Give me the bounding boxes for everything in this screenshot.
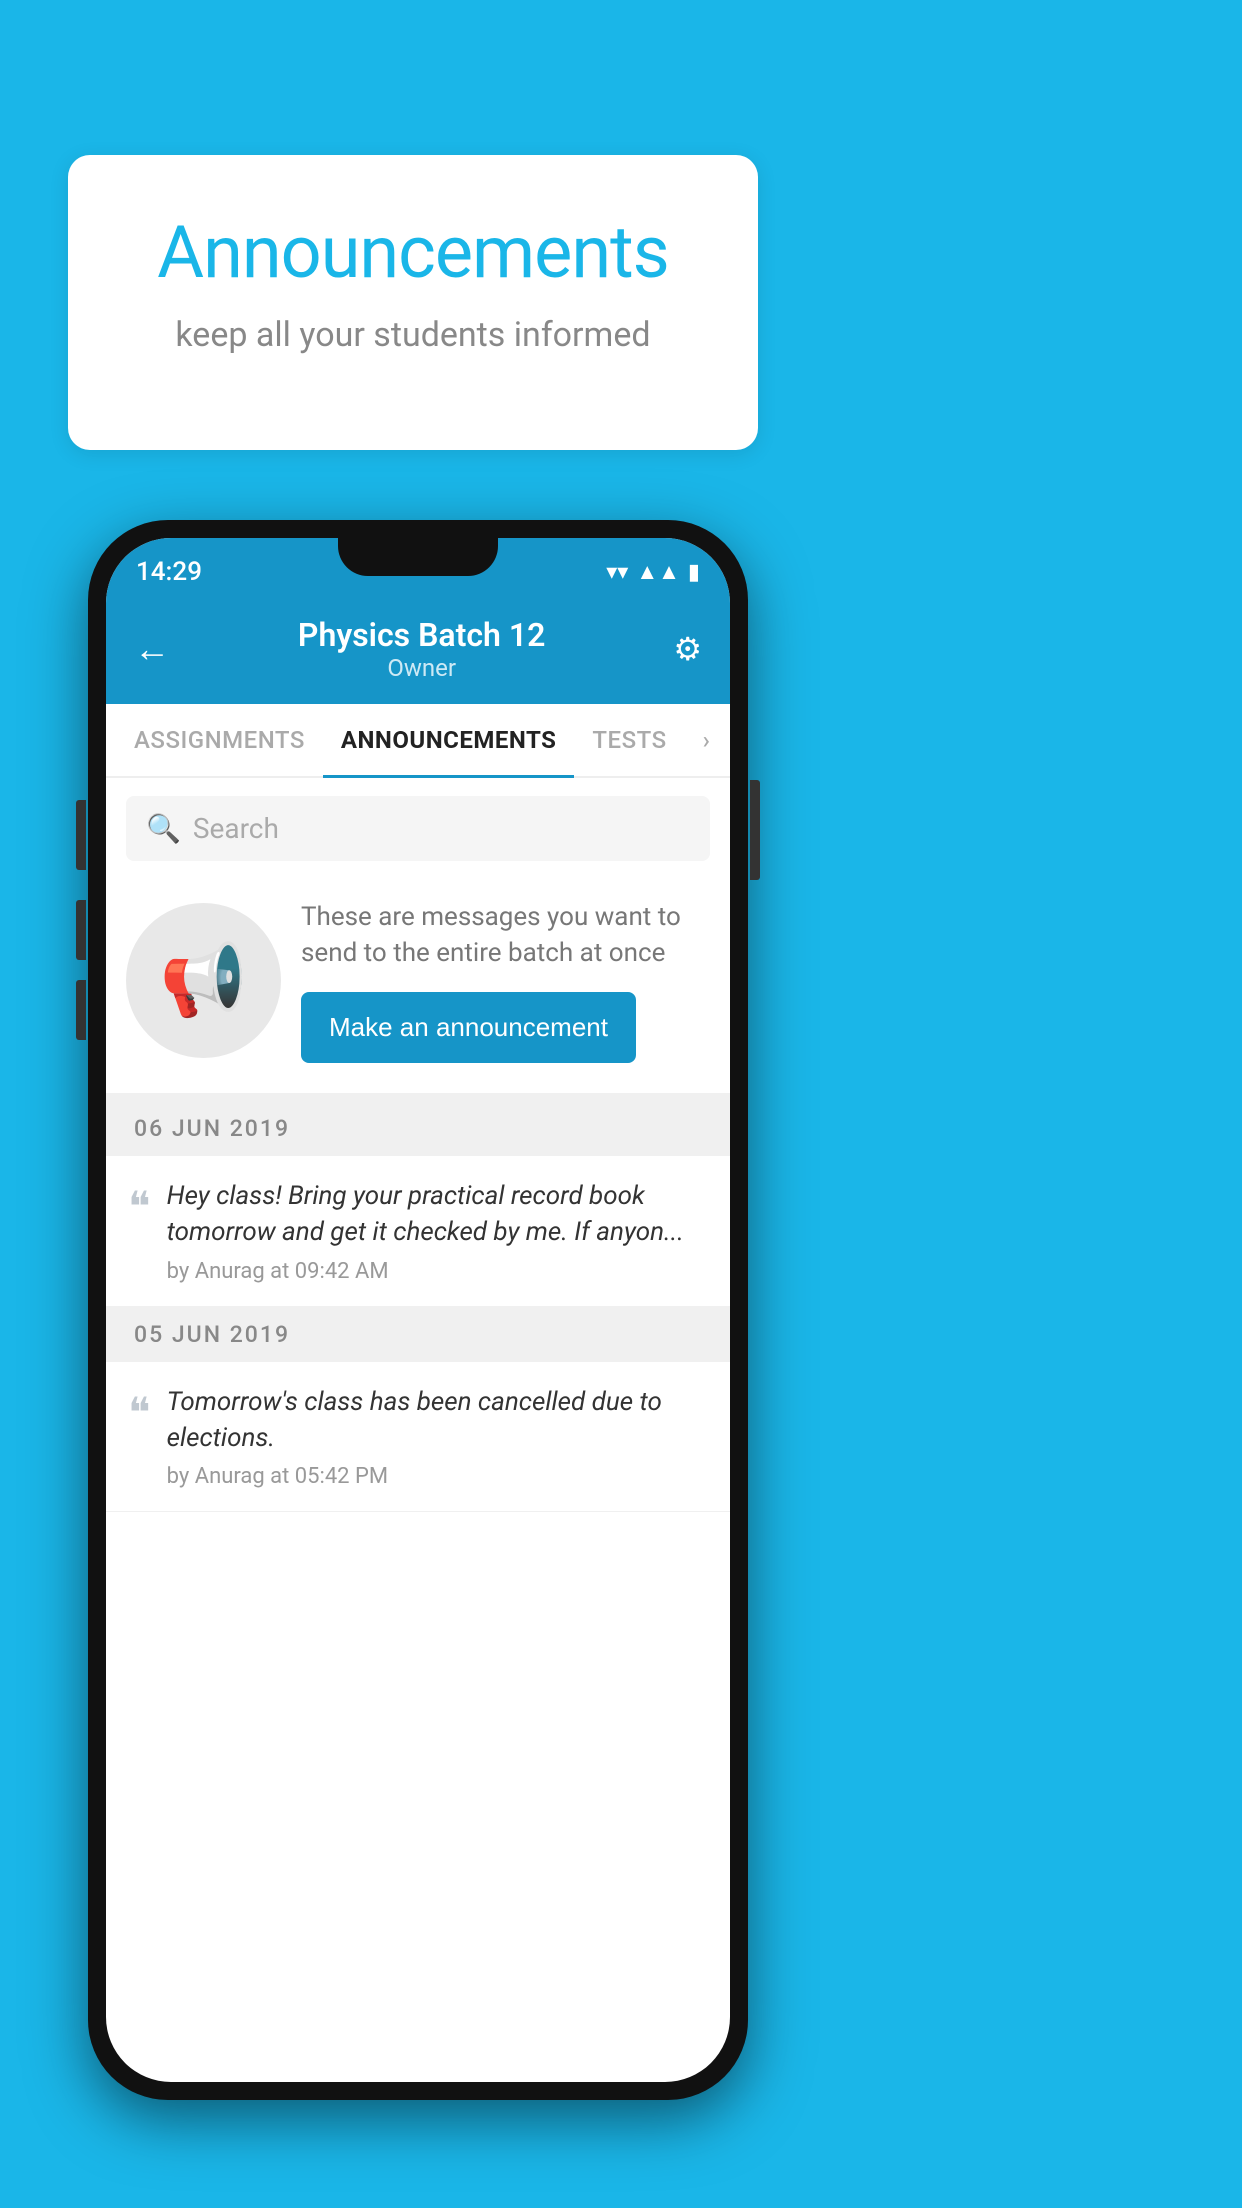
back-button[interactable]: ← [134, 628, 170, 670]
speech-bubble-container: Announcements keep all your students inf… [68, 155, 758, 450]
tab-assignments[interactable]: ASSIGNMENTS [116, 704, 323, 776]
speech-bubble: Announcements keep all your students inf… [68, 155, 758, 450]
search-bar[interactable]: 🔍 Search [126, 796, 710, 861]
announcement-item-2[interactable]: ❝ Tomorrow's class has been cancelled du… [106, 1362, 730, 1513]
tab-more[interactable]: › [685, 704, 729, 776]
promo-card: 📢 These are messages you want to send to… [106, 879, 730, 1101]
tabs-row: ASSIGNMENTS ANNOUNCEMENTS TESTS › [106, 704, 730, 778]
announcement-content-1: Hey class! Bring your practical record b… [167, 1178, 708, 1284]
status-icons: ▾▾ ▲▲ ▮ [606, 559, 700, 585]
announcement-message-1: Hey class! Bring your practical record b… [167, 1178, 708, 1251]
phone-outer: 14:29 ▾▾ ▲▲ ▮ ← Physics Batch 12 Owner ⚙ [88, 520, 748, 2100]
tab-tests[interactable]: TESTS [574, 704, 684, 776]
quote-icon-1: ❝ [128, 1182, 151, 1232]
promo-description: These are messages you want to send to t… [301, 899, 710, 972]
app-header: ← Physics Batch 12 Owner ⚙ [106, 598, 730, 704]
announcement-message-2: Tomorrow's class has been cancelled due … [167, 1384, 708, 1457]
header-title-wrap: Physics Batch 12 Owner [170, 616, 673, 682]
search-placeholder: Search [193, 812, 279, 845]
bubble-title: Announcements [118, 210, 708, 295]
power-button [76, 800, 86, 870]
battery-icon: ▮ [688, 560, 700, 585]
announcement-meta-2: by Anurag at 05:42 PM [167, 1464, 708, 1489]
date-separator-2: 05 JUN 2019 [106, 1307, 730, 1362]
quote-icon-2: ❝ [128, 1388, 151, 1438]
promo-icon-circle: 📢 [126, 903, 281, 1058]
bubble-subtitle: keep all your students informed [118, 315, 708, 355]
promo-right: These are messages you want to send to t… [301, 899, 710, 1063]
wifi-icon: ▾▾ [606, 560, 628, 585]
phone-notch [338, 538, 498, 576]
make-announcement-button[interactable]: Make an announcement [301, 992, 636, 1063]
search-icon: 🔍 [146, 812, 181, 845]
power-button-right [750, 780, 760, 880]
phone-screen: 14:29 ▾▾ ▲▲ ▮ ← Physics Batch 12 Owner ⚙ [106, 538, 730, 2082]
date-separator-1: 06 JUN 2019 [106, 1101, 730, 1156]
announcement-content-2: Tomorrow's class has been cancelled due … [167, 1384, 708, 1490]
header-title: Physics Batch 12 [170, 616, 673, 654]
megaphone-icon: 📢 [160, 940, 247, 1022]
announcement-meta-1: by Anurag at 09:42 AM [167, 1259, 708, 1284]
settings-icon[interactable]: ⚙ [673, 630, 702, 668]
phone-mockup: 14:29 ▾▾ ▲▲ ▮ ← Physics Batch 12 Owner ⚙ [88, 520, 748, 2100]
signal-icon: ▲▲ [636, 559, 680, 585]
volume-up-button [76, 900, 86, 960]
announcement-item-1[interactable]: ❝ Hey class! Bring your practical record… [106, 1156, 730, 1307]
volume-down-button [76, 980, 86, 1040]
tab-announcements[interactable]: ANNOUNCEMENTS [323, 704, 575, 776]
status-time: 14:29 [136, 557, 202, 587]
header-subtitle: Owner [170, 654, 673, 682]
